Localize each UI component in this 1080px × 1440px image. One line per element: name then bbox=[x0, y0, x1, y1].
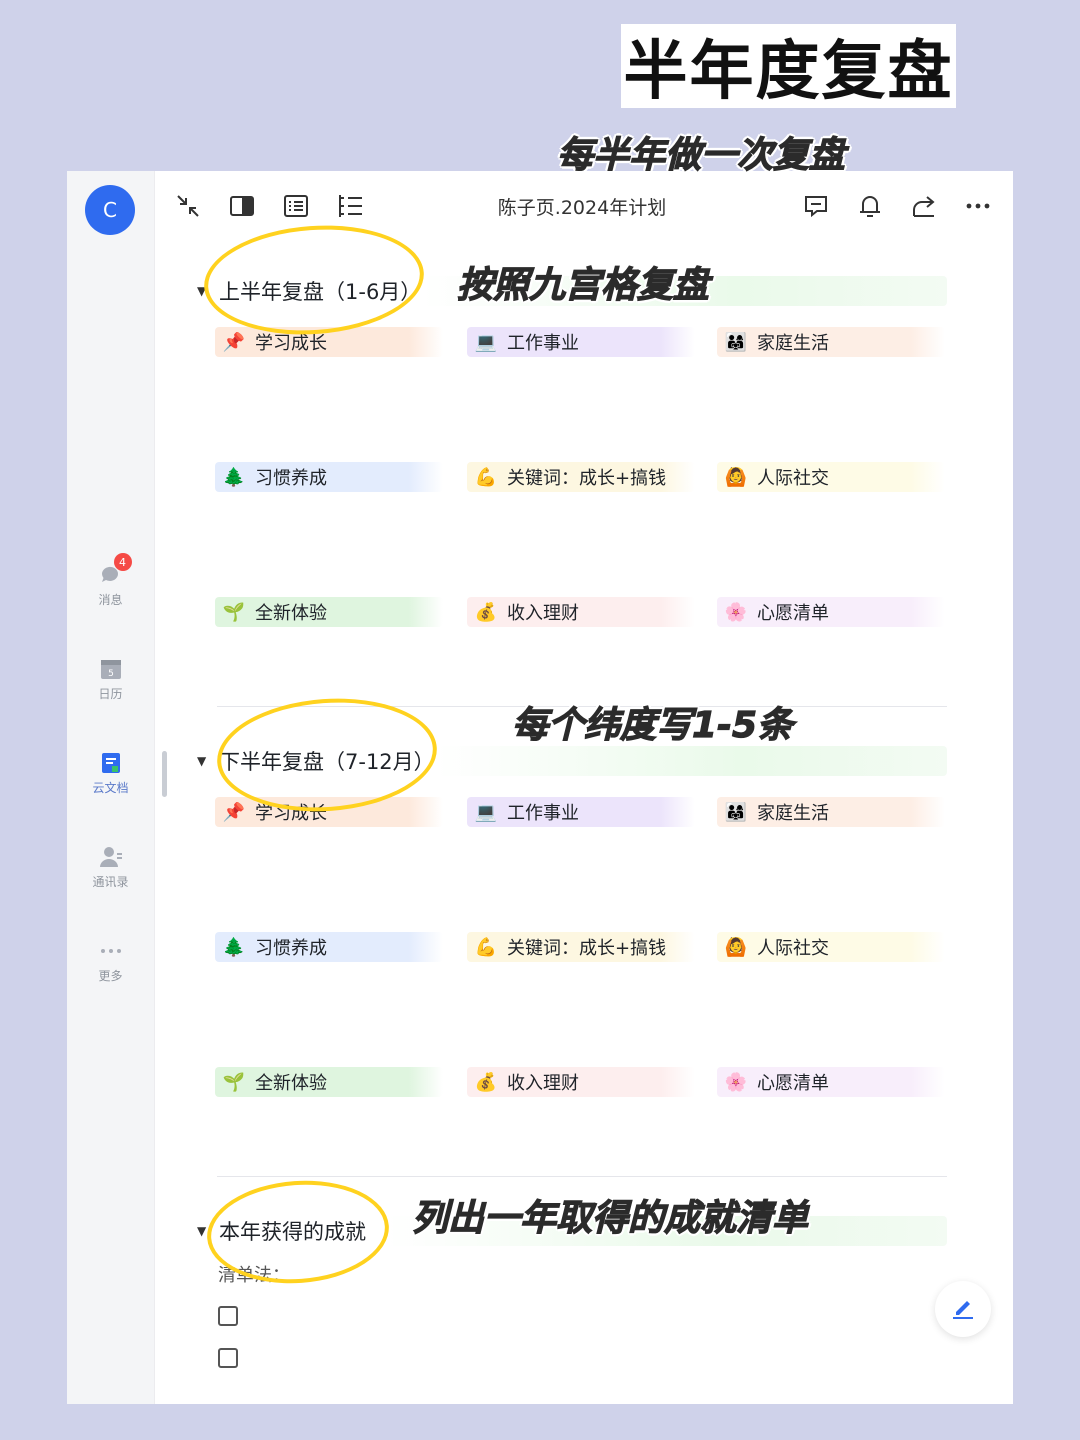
more-icon[interactable] bbox=[963, 191, 993, 221]
grid-cell-emoji-icon: 💰 bbox=[474, 1071, 498, 1093]
todo-checkbox[interactable] bbox=[218, 1348, 238, 1368]
grid-cell[interactable]: 💻 工作事业 bbox=[467, 797, 695, 827]
sidebar-item-label: 云文档 bbox=[92, 781, 129, 795]
collapse-triangle-icon[interactable]: ▼ bbox=[197, 754, 217, 768]
app-window: C 4 消息 5 日历 云文档 通讯录 更多 陈子页.2024年计划 ▼ 上半年… bbox=[67, 171, 1013, 1404]
grid-cell-emoji-icon: 💻 bbox=[474, 801, 498, 823]
grid-cell[interactable]: 🌸 心愿清单 bbox=[717, 1067, 945, 1097]
grid-cell-emoji-icon: 💻 bbox=[474, 331, 498, 353]
sidebar-item-label: 通讯录 bbox=[92, 875, 129, 889]
grid-cell-label: 收入理财 bbox=[507, 1073, 579, 1094]
sidebar-item-more[interactable]: 更多 bbox=[67, 939, 154, 984]
grid-cell-emoji-icon: 📌 bbox=[222, 331, 246, 353]
sidebar-item-calendar[interactable]: 5 日历 bbox=[67, 657, 154, 702]
grid-cell-emoji-icon: 🌸 bbox=[724, 1071, 748, 1093]
svg-text:5: 5 bbox=[108, 669, 114, 679]
grid-cell[interactable]: 🙆 人际社交 bbox=[717, 932, 945, 962]
grid-cell-label: 习惯养成 bbox=[255, 938, 327, 959]
grid-cell-emoji-icon: 🌱 bbox=[222, 1071, 246, 1093]
grid-cell-emoji-icon: 👨‍👩‍👧 bbox=[724, 331, 748, 353]
unread-badge: 4 bbox=[113, 553, 132, 571]
grid-cell-label: 习惯养成 bbox=[255, 468, 327, 489]
grid-cell-emoji-icon: 👨‍👩‍👧 bbox=[724, 801, 748, 823]
grid-cell-label: 工作事业 bbox=[507, 333, 579, 354]
grid-cell-label: 家庭生活 bbox=[757, 803, 829, 824]
sidebar-item-cloud-docs[interactable]: 云文档 bbox=[67, 751, 154, 796]
sidebar-toggle-icon[interactable] bbox=[227, 191, 257, 221]
list-icon[interactable] bbox=[281, 191, 311, 221]
calendar-icon: 5 bbox=[99, 657, 123, 681]
sidebar-item-contacts[interactable]: 通讯录 bbox=[67, 845, 154, 890]
sidebar: C 4 消息 5 日历 云文档 通讯录 更多 bbox=[67, 171, 155, 1404]
grid-cell-emoji-icon: 🌲 bbox=[222, 466, 246, 488]
more-dots-icon bbox=[99, 939, 123, 963]
comment-icon[interactable] bbox=[801, 191, 831, 221]
avatar[interactable]: C bbox=[85, 185, 135, 235]
annotation-nine-grid: 按照九宫格复盘 bbox=[456, 264, 710, 306]
grid-cell[interactable]: 🌲 习惯养成 bbox=[215, 932, 443, 962]
chat-bubble-icon: 4 bbox=[99, 553, 132, 587]
divider bbox=[217, 1176, 947, 1177]
grid-cell[interactable]: 👨‍👩‍👧 家庭生活 bbox=[717, 327, 945, 357]
grid-cell-label: 工作事业 bbox=[507, 803, 579, 824]
edit-button[interactable] bbox=[935, 1281, 991, 1337]
grid-cell[interactable]: 🌱 全新体验 bbox=[215, 1067, 443, 1097]
grid-cell[interactable]: 🙆 人际社交 bbox=[717, 462, 945, 492]
grid-cell-emoji-icon: 🌸 bbox=[724, 601, 748, 623]
grid-cell-label: 关键词：成长+搞钱 bbox=[507, 938, 667, 959]
grid-cell-emoji-icon: 🙆 bbox=[724, 936, 748, 958]
annotation-per-dimension: 每个纬度写1-5条 bbox=[511, 704, 794, 746]
pencil-icon bbox=[950, 1294, 976, 1324]
grid-cell-label: 心愿清单 bbox=[757, 1073, 829, 1094]
annotation-achievements: 列出一年取得的成就清单 bbox=[411, 1197, 809, 1239]
highlight-circle bbox=[200, 218, 428, 342]
grid-cell[interactable]: 💰 收入理财 bbox=[467, 1067, 695, 1097]
sidebar-resize-handle[interactable] bbox=[162, 751, 167, 797]
grid-cell-label: 关键词：成长+搞钱 bbox=[507, 468, 667, 489]
grid-cell[interactable]: 💪 关键词：成长+搞钱 bbox=[467, 932, 695, 962]
grid-cell-emoji-icon: 💪 bbox=[474, 936, 498, 958]
sidebar-item-label: 消息 bbox=[98, 593, 123, 607]
contacts-icon bbox=[99, 845, 123, 869]
grid-cell-emoji-icon: 🌱 bbox=[222, 601, 246, 623]
sidebar-item-messages[interactable]: 4 消息 bbox=[67, 553, 154, 608]
grid-cell-label: 家庭生活 bbox=[757, 333, 829, 354]
grid-cell-emoji-icon: 💪 bbox=[474, 466, 498, 488]
grid-cell[interactable]: 💪 关键词：成长+搞钱 bbox=[467, 462, 695, 492]
collapse-icon[interactable] bbox=[173, 191, 203, 221]
share-icon[interactable] bbox=[909, 191, 939, 221]
grid-cell-emoji-icon: 🌲 bbox=[222, 936, 246, 958]
grid-cell[interactable]: 🌱 全新体验 bbox=[215, 597, 443, 627]
sidebar-item-label: 日历 bbox=[98, 687, 123, 701]
grid-cell[interactable]: 💻 工作事业 bbox=[467, 327, 695, 357]
annotation-every-half-year: 每半年做一次复盘 bbox=[556, 134, 846, 176]
grid-cell-emoji-icon: 🙆 bbox=[724, 466, 748, 488]
grid-cell[interactable]: 🌸 心愿清单 bbox=[717, 597, 945, 627]
grid-cell-emoji-icon: 📌 bbox=[222, 801, 246, 823]
grid-cell[interactable]: 👨‍👩‍👧 家庭生活 bbox=[717, 797, 945, 827]
grid-cell-label: 心愿清单 bbox=[757, 603, 829, 624]
cloud-doc-icon bbox=[99, 751, 123, 775]
bell-icon[interactable] bbox=[855, 191, 885, 221]
todo-checkbox[interactable] bbox=[218, 1306, 238, 1326]
grid-cell[interactable]: 💰 收入理财 bbox=[467, 597, 695, 627]
grid-cell-emoji-icon: 💰 bbox=[474, 601, 498, 623]
grid-cell-label: 全新体验 bbox=[255, 1073, 327, 1094]
overlay-title: 半年度复盘 bbox=[621, 24, 956, 109]
grid-cell-label: 收入理财 bbox=[507, 603, 579, 624]
outline-icon[interactable] bbox=[335, 191, 365, 221]
grid-cell[interactable]: 🌲 习惯养成 bbox=[215, 462, 443, 492]
grid-cell-label: 人际社交 bbox=[757, 938, 829, 959]
grid-cell-label: 人际社交 bbox=[757, 468, 829, 489]
grid-cell-label: 全新体验 bbox=[255, 603, 327, 624]
heading-highlight bbox=[437, 746, 947, 776]
sidebar-item-label: 更多 bbox=[98, 969, 123, 983]
doc-title: 陈子页.2024年计划 bbox=[497, 197, 667, 219]
